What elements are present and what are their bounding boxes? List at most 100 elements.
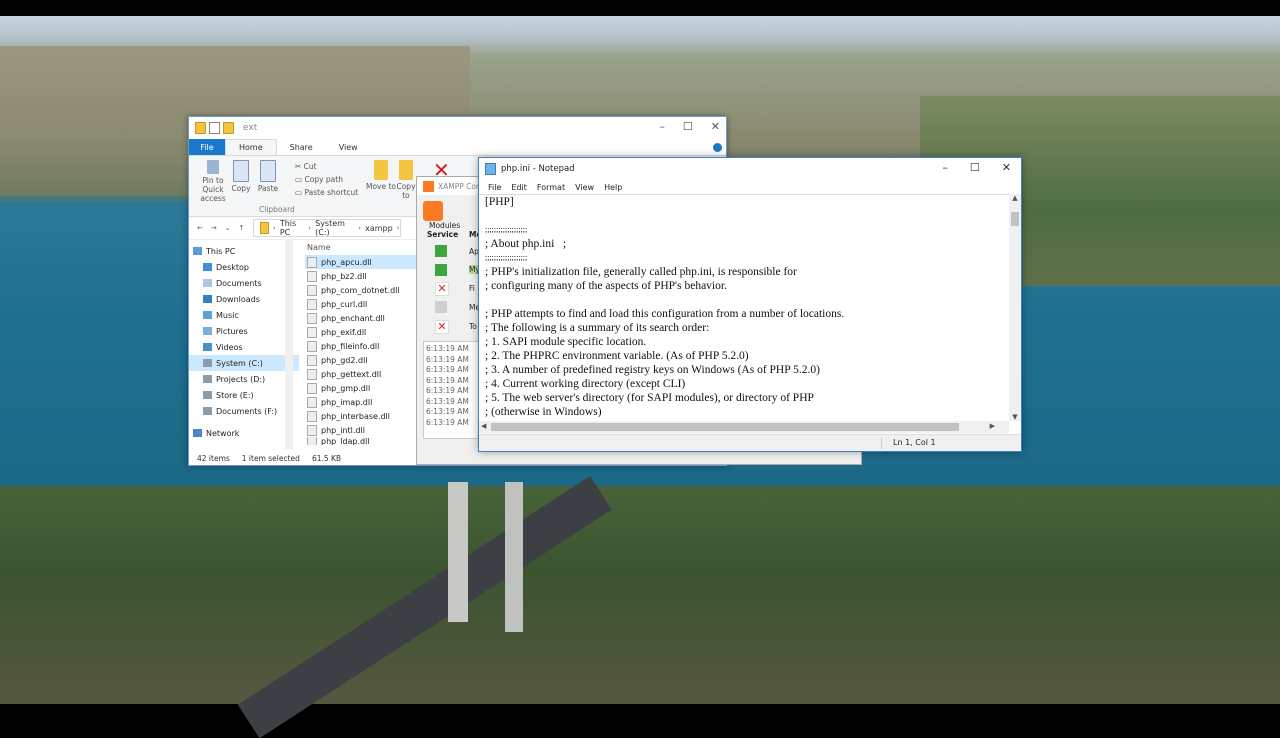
- breadcrumb-this-pc[interactable]: This PC: [280, 219, 304, 237]
- notepad-horizontal-scrollbar[interactable]: ◀ ▶: [479, 421, 1009, 433]
- scroll-up-arrow-icon[interactable]: ▲: [1009, 194, 1021, 202]
- paste-shortcut-button[interactable]: ▭ Paste shortcut: [295, 186, 358, 199]
- apache-service-check-icon[interactable]: [435, 245, 447, 257]
- nav-videos[interactable]: Videos: [189, 339, 299, 355]
- scroll-down-arrow-icon[interactable]: ▼: [1009, 413, 1021, 421]
- up-arrow-icon[interactable]: ↑: [239, 224, 245, 232]
- minimize-button[interactable]: –: [942, 161, 948, 174]
- nav-music[interactable]: Music: [189, 307, 299, 323]
- cut-button[interactable]: ✂ Cut: [295, 160, 358, 173]
- copy-button[interactable]: Copy: [229, 160, 253, 193]
- tab-file[interactable]: File: [189, 139, 225, 155]
- minimize-button[interactable]: –: [659, 120, 665, 133]
- file-row[interactable]: php_curl.dll: [305, 297, 417, 311]
- address-bar[interactable]: › This PC › System (C:) › xampp ›: [252, 219, 401, 237]
- close-button[interactable]: ✕: [1002, 161, 1011, 174]
- menu-file[interactable]: File: [483, 183, 506, 192]
- file-row[interactable]: php_imap.dll: [305, 395, 417, 409]
- text-line: ;;;;;;;;;;;;;;;;;;;: [485, 253, 528, 262]
- copy-path-button[interactable]: ▭ Copy path: [295, 173, 358, 186]
- cut-label: Cut: [303, 162, 317, 171]
- breadcrumb-xampp[interactable]: xampp: [365, 224, 393, 233]
- mercury-service-icon[interactable]: [435, 301, 447, 313]
- forward-arrow-icon[interactable]: →: [211, 224, 217, 232]
- scrollbar-thumb[interactable]: [491, 423, 959, 431]
- notepad-window[interactable]: php.ini - Notepad – ☐ ✕ File Edit Format…: [478, 157, 1022, 452]
- drive-icon: [203, 391, 212, 399]
- log-time: 6:13:19 AM: [426, 386, 469, 395]
- dll-file-icon: [307, 312, 317, 324]
- dll-file-icon: [307, 326, 317, 338]
- tomcat-service-cross-icon[interactable]: ✕: [435, 320, 449, 334]
- explorer-titlebar[interactable]: ext – ☐ ✕: [189, 117, 726, 139]
- file-row[interactable]: php_intl.dll: [305, 423, 417, 437]
- file-row[interactable]: php_exif.dll: [305, 325, 417, 339]
- new-folder-icon[interactable]: [223, 122, 234, 134]
- scrollbar-thumb[interactable]: [1011, 212, 1019, 226]
- file-name: php_com_dotnet.dll: [321, 285, 400, 295]
- scroll-right-arrow-icon[interactable]: ▶: [990, 422, 995, 430]
- nav-downloads[interactable]: Downloads: [189, 291, 299, 307]
- notepad-titlebar[interactable]: php.ini - Notepad – ☐ ✕: [479, 158, 1021, 180]
- text-line: [485, 209, 1003, 223]
- nav-label: Music: [216, 310, 239, 320]
- nav-label: System (C:): [216, 358, 263, 368]
- menu-view[interactable]: View: [570, 183, 599, 192]
- nav-documents[interactable]: Documents: [189, 275, 299, 291]
- nav-desktop[interactable]: Desktop: [189, 259, 299, 275]
- downloads-icon: [203, 295, 212, 303]
- navigation-scrollbar[interactable]: [285, 239, 293, 449]
- tab-share[interactable]: Share: [277, 143, 326, 152]
- file-row[interactable]: php_gmp.dll: [305, 381, 417, 395]
- maximize-button[interactable]: ☐: [683, 120, 693, 133]
- nav-this-pc[interactable]: This PC: [189, 243, 299, 259]
- notepad-vertical-scrollbar[interactable]: ▲ ▼: [1009, 194, 1021, 421]
- menu-format[interactable]: Format: [532, 183, 570, 192]
- menu-edit[interactable]: Edit: [506, 183, 532, 192]
- back-arrow-icon[interactable]: ←: [197, 224, 203, 232]
- copy-to-icon: [399, 160, 413, 180]
- nav-network[interactable]: Network: [189, 425, 299, 441]
- quick-access-folder-icon[interactable]: [195, 122, 206, 134]
- file-row[interactable]: php_fileinfo.dll: [305, 339, 417, 353]
- maximize-button[interactable]: ☐: [970, 161, 980, 174]
- notepad-text-area[interactable]: [PHP];;;;;;;;;;;;;;;;;;; ; About php.ini …: [479, 194, 1009, 419]
- paste-icon: [260, 160, 276, 182]
- move-to-button[interactable]: Move to: [365, 160, 397, 191]
- nav-projects-d[interactable]: Projects (D:): [189, 371, 299, 387]
- file-name: php_enchant.dll: [321, 313, 385, 323]
- text-line: [485, 293, 1003, 307]
- file-row[interactable]: php_bz2.dll: [305, 269, 417, 283]
- videos-icon: [203, 343, 212, 351]
- filezilla-service-cross-icon[interactable]: ✕: [435, 282, 449, 296]
- file-row[interactable]: php_interbase.dll: [305, 409, 417, 423]
- tab-view[interactable]: View: [326, 143, 371, 152]
- xampp-log-panel[interactable]: 6:13:19 AM 6:13:19 AM 6:13:19 AM 6:13:19…: [423, 341, 479, 439]
- close-button[interactable]: ✕: [711, 120, 720, 133]
- nav-system-c[interactable]: System (C:): [189, 355, 299, 371]
- file-row[interactable]: php_gd2.dll: [305, 353, 417, 367]
- menu-help[interactable]: Help: [599, 183, 627, 192]
- clipboard-group-label: Clipboard: [259, 205, 295, 214]
- recent-locations-icon[interactable]: ⌄: [225, 224, 231, 232]
- nav-pictures[interactable]: Pictures: [189, 323, 299, 339]
- help-icon[interactable]: [713, 142, 722, 152]
- properties-icon[interactable]: [209, 122, 220, 134]
- tab-home[interactable]: Home: [225, 139, 277, 155]
- file-row[interactable]: php_ldap.dll: [305, 437, 417, 445]
- file-row[interactable]: php_com_dotnet.dll: [305, 283, 417, 297]
- file-name: php_gettext.dll: [321, 369, 382, 379]
- mysql-service-check-icon[interactable]: [435, 264, 447, 276]
- file-row[interactable]: php_apcu.dll: [305, 255, 417, 269]
- file-row[interactable]: php_gettext.dll: [305, 367, 417, 381]
- copy-to-button[interactable]: Copy to: [395, 160, 417, 200]
- column-header-name[interactable]: Name: [305, 239, 417, 255]
- breadcrumb-system-c[interactable]: System (C:): [315, 219, 354, 237]
- scroll-left-arrow-icon[interactable]: ◀: [481, 422, 486, 430]
- text-line: ; PHP attempts to find and load this con…: [485, 308, 845, 320]
- log-time: 6:13:19 AM: [426, 375, 469, 385]
- nav-documents-f[interactable]: Documents (F:): [189, 403, 299, 419]
- paste-button[interactable]: Paste: [255, 160, 281, 193]
- nav-store-e[interactable]: Store (E:): [189, 387, 299, 403]
- file-row[interactable]: php_enchant.dll: [305, 311, 417, 325]
